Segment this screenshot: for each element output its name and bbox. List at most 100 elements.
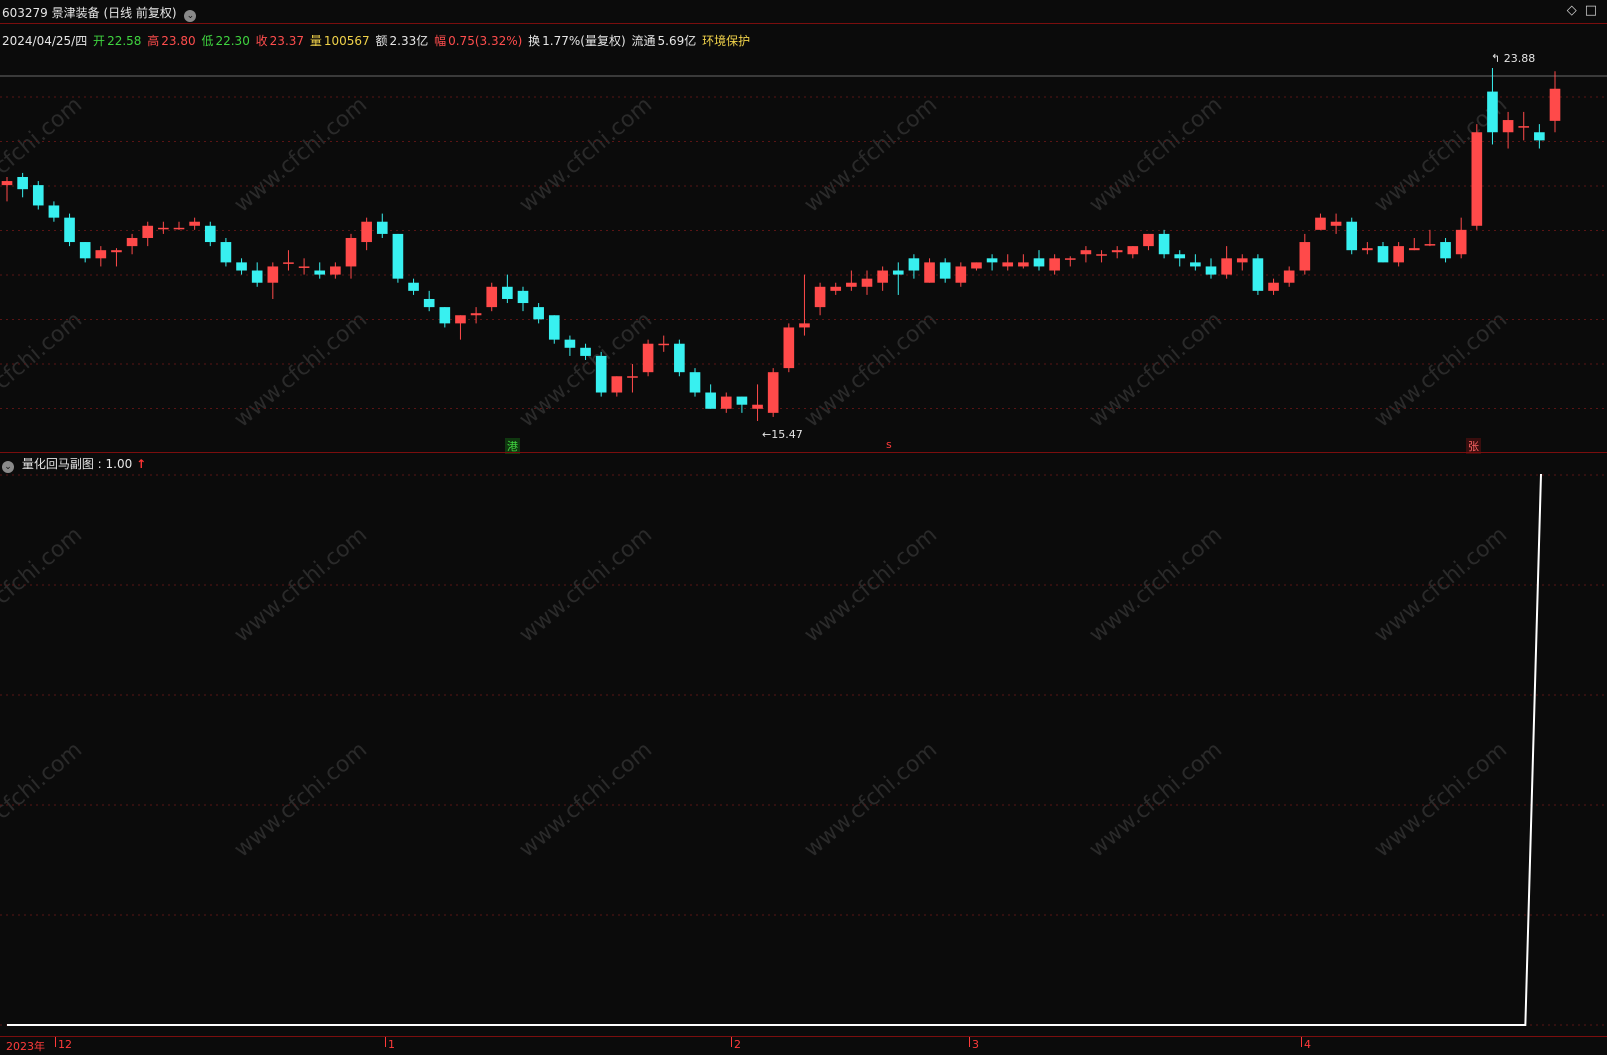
candle-down (1190, 262, 1201, 267)
axis-tick (55, 1037, 56, 1047)
candle-up (173, 227, 185, 230)
candle-up (298, 266, 310, 268)
candle-down (1487, 91, 1498, 133)
candle-up (1315, 217, 1326, 230)
candle-up (861, 278, 873, 287)
candle-down (705, 392, 716, 409)
candle-down (892, 270, 904, 275)
subchart-value: : 1.00 (97, 457, 133, 471)
axis-tick (969, 1037, 970, 1047)
candle-down (48, 205, 60, 218)
candle-up (455, 315, 466, 324)
candle-down (689, 372, 701, 393)
candle-up (1549, 88, 1561, 121)
candle-down (439, 307, 451, 324)
candle-down (251, 270, 263, 283)
candle-up (158, 227, 169, 230)
watermark-text: www.cfchi.com (230, 92, 372, 217)
axis-label-year: 2023年 (6, 1040, 45, 1053)
high-arrow-icon: ↰ (1491, 52, 1501, 65)
candle-up (1, 181, 13, 186)
s-marker[interactable]: s (884, 438, 894, 451)
candle-up (1362, 248, 1373, 251)
candle-up (720, 396, 732, 409)
candle-up (627, 376, 638, 378)
candle-up (1408, 248, 1420, 251)
candle-up (1096, 254, 1107, 256)
candle-down (986, 258, 998, 263)
candle-up (767, 372, 779, 413)
candle-up (814, 286, 826, 308)
candle-up (1455, 229, 1467, 255)
subchart-title[interactable]: ⌄ 量化回马副图 : 1.00 ↑ (2, 455, 146, 473)
high-price-value: 23.88 (1503, 52, 1536, 65)
watermark-text: www.cfchi.com (1085, 307, 1227, 432)
subchart-chevron-icon[interactable]: ⌄ (2, 461, 14, 473)
axis-tick (731, 1037, 732, 1047)
candle-up (142, 225, 154, 238)
watermark-text: www.cfchi.com (515, 92, 657, 217)
candle-up (1502, 120, 1514, 133)
low-price-label: ←15.47 (762, 428, 803, 441)
low-arrow-icon: ← (762, 428, 772, 441)
candle-down (736, 396, 748, 405)
candle-up (1283, 270, 1295, 283)
candle-up (1049, 258, 1060, 271)
candle-up (95, 250, 107, 259)
candle-down (580, 347, 591, 356)
watermark-text: www.cfchi.com (1085, 92, 1227, 217)
low-price-value: 15.47 (771, 428, 803, 441)
candle-down (1346, 221, 1358, 251)
indicator-line (7, 473, 1542, 1026)
axis-label-dec: 12 (58, 1038, 72, 1051)
candle-down (1377, 246, 1389, 263)
candle-up (486, 286, 498, 308)
candle-up (1518, 126, 1530, 128)
candle-down (1440, 242, 1451, 259)
candle-down (220, 242, 232, 263)
watermark-text: www.cfchi.com (1370, 737, 1512, 862)
candle-up (642, 343, 654, 373)
candle-down (408, 282, 419, 291)
candle-up (1471, 132, 1483, 226)
candle-up (877, 270, 888, 283)
axis-label-mar: 3 (972, 1038, 979, 1051)
watermark-text: www.cfchi.com (0, 307, 87, 432)
candle-up (799, 323, 810, 328)
time-axis[interactable]: 2023年 12 1 2 3 4 (0, 1036, 1607, 1055)
axis-tick (1301, 1037, 1302, 1047)
candle-down (314, 270, 326, 275)
candle-up (1393, 246, 1404, 263)
watermark-text: www.cfchi.com (230, 737, 372, 862)
candle-down (939, 262, 951, 279)
candle-up (1236, 258, 1248, 263)
watermark-text: www.cfchi.com (1085, 737, 1227, 862)
high-price-label: ↰ 23.88 (1491, 52, 1535, 65)
candle-down (17, 176, 28, 190)
candle-down (595, 355, 607, 393)
candle-up (830, 286, 842, 291)
candle-up (1268, 282, 1279, 291)
watermark-text: www.cfchi.com (800, 92, 942, 217)
candle-down (1252, 258, 1264, 291)
candle-up (470, 313, 482, 316)
candle-down (1534, 132, 1545, 141)
axis-label-apr: 4 (1304, 1038, 1311, 1051)
panel-divider[interactable] (0, 452, 1607, 453)
up-arrow-icon: ↑ (136, 457, 147, 471)
candle-up (658, 343, 670, 346)
candle-down (502, 286, 513, 299)
candle-down (1174, 254, 1186, 259)
candle-down (564, 339, 576, 348)
watermark-text: www.cfchi.com (1370, 307, 1512, 432)
candle-up (955, 266, 967, 283)
candle-up (971, 262, 982, 269)
candlestick-chart[interactable]: www.cfchi.com www.cfchi.com www.cfchi.com w… (0, 0, 1607, 1036)
candle-down (64, 217, 75, 243)
watermark-text: www.cfchi.com (230, 307, 372, 432)
candle-up (1111, 250, 1123, 253)
candle-down (79, 242, 91, 259)
candle-up (924, 262, 935, 283)
watermark-text: www.cfchi.com (515, 737, 657, 862)
candle-down (908, 258, 920, 271)
